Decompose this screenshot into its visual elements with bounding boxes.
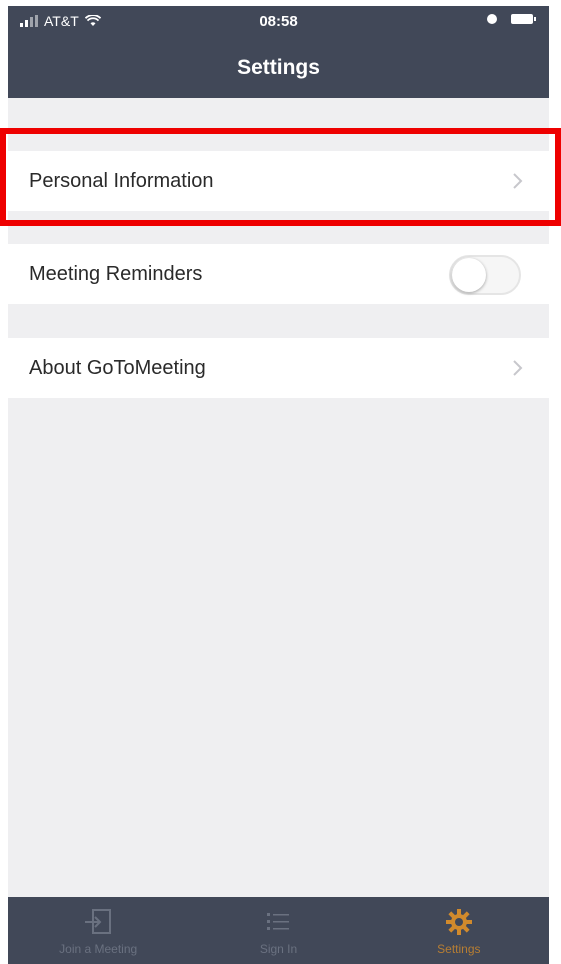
join-meeting-icon <box>85 909 112 934</box>
personal-information-row[interactable]: Personal Information <box>8 151 549 211</box>
tab-label: Settings <box>437 942 481 956</box>
gear-icon <box>445 909 472 935</box>
alarm-icon <box>487 14 497 24</box>
settings-screen: AT&T 08:58 Settings Personal Information… <box>8 6 549 964</box>
chevron-right-icon <box>513 360 523 376</box>
toggle-knob <box>452 258 486 292</box>
tab-sign-in[interactable]: Sign In <box>188 897 368 964</box>
page-title: Settings <box>237 56 320 79</box>
tab-label: Sign In <box>259 942 298 956</box>
tab-bar: Join a Meeting Sign In Settings <box>8 897 549 964</box>
chevron-right-icon <box>513 173 523 189</box>
status-time: 08:58 <box>259 13 298 30</box>
status-bar: AT&T 08:58 <box>8 6 549 38</box>
meeting-reminders-toggle[interactable] <box>449 255 521 295</box>
personal-information-label: Personal Information <box>29 169 214 192</box>
list-icon <box>267 913 290 930</box>
about-gotomeeting-label: About GoToMeeting <box>29 356 206 379</box>
top-bar: AT&T 08:58 Settings <box>8 6 549 98</box>
battery-icon <box>511 14 536 24</box>
tab-join-a-meeting[interactable]: Join a Meeting <box>8 897 188 964</box>
tab-settings[interactable]: Settings <box>369 897 549 964</box>
about-gotomeeting-row[interactable]: About GoToMeeting <box>8 338 549 398</box>
status-icons <box>487 14 536 24</box>
tab-label: Join a Meeting <box>59 942 138 956</box>
meeting-reminders-row: Meeting Reminders <box>8 244 549 304</box>
